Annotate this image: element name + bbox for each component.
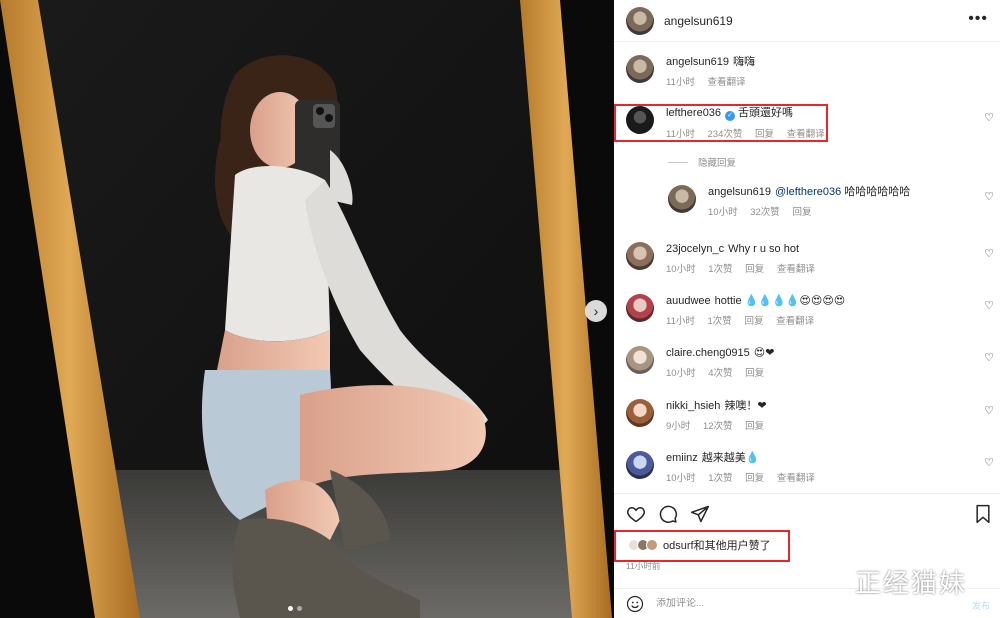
- heart-icon[interactable]: [626, 504, 646, 524]
- comment-text: 舌頭還好嗎: [738, 107, 794, 119]
- comment-like-heart-icon[interactable]: ♡: [984, 190, 994, 203]
- carousel-dots: [288, 606, 302, 611]
- avatar[interactable]: [626, 294, 654, 322]
- bookmark-icon[interactable]: [974, 504, 992, 524]
- comment-icon[interactable]: [658, 504, 678, 524]
- comment-time[interactable]: 10小时: [666, 473, 696, 484]
- reply-button[interactable]: 回复: [745, 421, 764, 432]
- likes-summary[interactable]: odsurf和其他用户赞了: [628, 537, 771, 553]
- comment-text: Why r u so hot: [728, 243, 800, 255]
- reply-button[interactable]: 回复: [744, 316, 763, 327]
- comment-input[interactable]: [656, 598, 856, 609]
- comment-username[interactable]: emiinz: [666, 452, 698, 464]
- comment-time[interactable]: 11小时: [666, 129, 695, 140]
- reply-button[interactable]: 回复: [755, 129, 774, 140]
- avatar[interactable]: [626, 346, 654, 374]
- hide-replies-label: 隐藏回复: [698, 158, 737, 169]
- avatar[interactable]: [668, 185, 696, 213]
- comment-time[interactable]: 10小时: [666, 264, 696, 275]
- post-side-panel: angelsun619 ••• angelsun619 嗨嗨 11小时 查看翻译 …: [614, 0, 1000, 618]
- reply-button[interactable]: 回复: [745, 473, 764, 484]
- comment-like-heart-icon[interactable]: ♡: [984, 351, 994, 364]
- more-horizontal-icon[interactable]: •••: [968, 11, 988, 27]
- comment-username[interactable]: nikki_hsieh: [666, 400, 720, 412]
- comment-text: 越来越美💧: [701, 452, 760, 464]
- action-bar: [614, 493, 1000, 535]
- avatar[interactable]: [626, 242, 654, 270]
- comment-username[interactable]: 23jocelyn_c: [666, 243, 724, 255]
- comment-text: hottie 💧💧💧💧😍😍😍😍: [714, 295, 846, 307]
- reply-button[interactable]: 回复: [745, 264, 764, 275]
- carousel-dot-active: [288, 606, 293, 611]
- avatar[interactable]: [626, 399, 654, 427]
- post-photo[interactable]: ›: [0, 0, 614, 618]
- translate-link[interactable]: 查看翻译: [777, 473, 815, 484]
- translate-link[interactable]: 查看翻译: [708, 77, 746, 88]
- likes-text: odsurf和其他用户赞了: [663, 540, 771, 552]
- liker-avatar: [646, 539, 658, 551]
- comment-likes[interactable]: 12次赞: [703, 421, 733, 432]
- caption-time[interactable]: 11小时: [666, 77, 695, 88]
- avatar[interactable]: [626, 55, 654, 83]
- watermark-text: 正经猫妹: [855, 569, 968, 599]
- reply-username[interactable]: angelsun619: [708, 186, 771, 198]
- posted-time[interactable]: 11小时前: [626, 560, 660, 572]
- author-username[interactable]: angelsun619: [664, 14, 733, 28]
- next-photo-button[interactable]: ›: [585, 300, 607, 322]
- mention-link[interactable]: @lefthere036: [775, 186, 841, 198]
- mirror-selfie-image: [0, 0, 612, 618]
- chevron-right-icon: ›: [593, 303, 599, 319]
- comment-username[interactable]: claire.cheng0915: [666, 347, 750, 359]
- reply-text: 哈哈哈哈哈哈: [844, 186, 911, 198]
- comment-likes[interactable]: 1次赞: [708, 316, 732, 327]
- divider-line: [668, 161, 688, 163]
- comment-time[interactable]: 10小时: [666, 368, 696, 379]
- send-icon[interactable]: [690, 504, 710, 524]
- comment-like-heart-icon[interactable]: ♡: [984, 111, 994, 124]
- comment-username[interactable]: lefthere036: [666, 107, 721, 119]
- comment-time[interactable]: 9小时: [666, 421, 690, 432]
- smile-icon[interactable]: [626, 595, 644, 613]
- reply-likes[interactable]: 32次赞: [750, 207, 780, 218]
- translate-link[interactable]: 查看翻译: [776, 316, 814, 327]
- comment-username[interactable]: auudwee: [666, 295, 711, 307]
- comment-like-heart-icon[interactable]: ♡: [984, 247, 994, 260]
- post-header: angelsun619 •••: [614, 0, 1000, 42]
- verified-badge-icon: ✓: [725, 111, 736, 121]
- reply-time[interactable]: 10小时: [708, 207, 738, 218]
- comment-text: 辣噢！❤: [724, 400, 767, 412]
- hide-replies-link[interactable]: 隐藏回复: [668, 155, 736, 169]
- comment-likes[interactable]: 4次赞: [708, 368, 732, 379]
- comment-like-heart-icon[interactable]: ♡: [984, 299, 994, 312]
- carousel-dot: [297, 606, 302, 611]
- comment-time[interactable]: 11小时: [666, 316, 695, 327]
- comment-likes[interactable]: 1次赞: [708, 264, 732, 275]
- caption-text: 嗨嗨: [733, 56, 756, 68]
- comment-likes[interactable]: 1次赞: [708, 473, 732, 484]
- comment-like-heart-icon[interactable]: ♡: [984, 404, 994, 417]
- translate-link[interactable]: 查看翻译: [777, 264, 815, 275]
- reply-button[interactable]: 回复: [745, 368, 764, 379]
- author-avatar[interactable]: [626, 6, 654, 35]
- post-comment-button[interactable]: 发布: [972, 599, 990, 612]
- comment-likes[interactable]: 234次赞: [708, 129, 743, 140]
- avatar[interactable]: [626, 106, 654, 134]
- reply-button[interactable]: 回复: [792, 207, 811, 218]
- avatar[interactable]: [626, 451, 654, 479]
- translate-link[interactable]: 查看翻译: [787, 129, 825, 140]
- comment-text: 😍❤: [753, 347, 775, 359]
- caption-username[interactable]: angelsun619: [666, 56, 729, 68]
- comment-like-heart-icon[interactable]: ♡: [984, 456, 994, 469]
